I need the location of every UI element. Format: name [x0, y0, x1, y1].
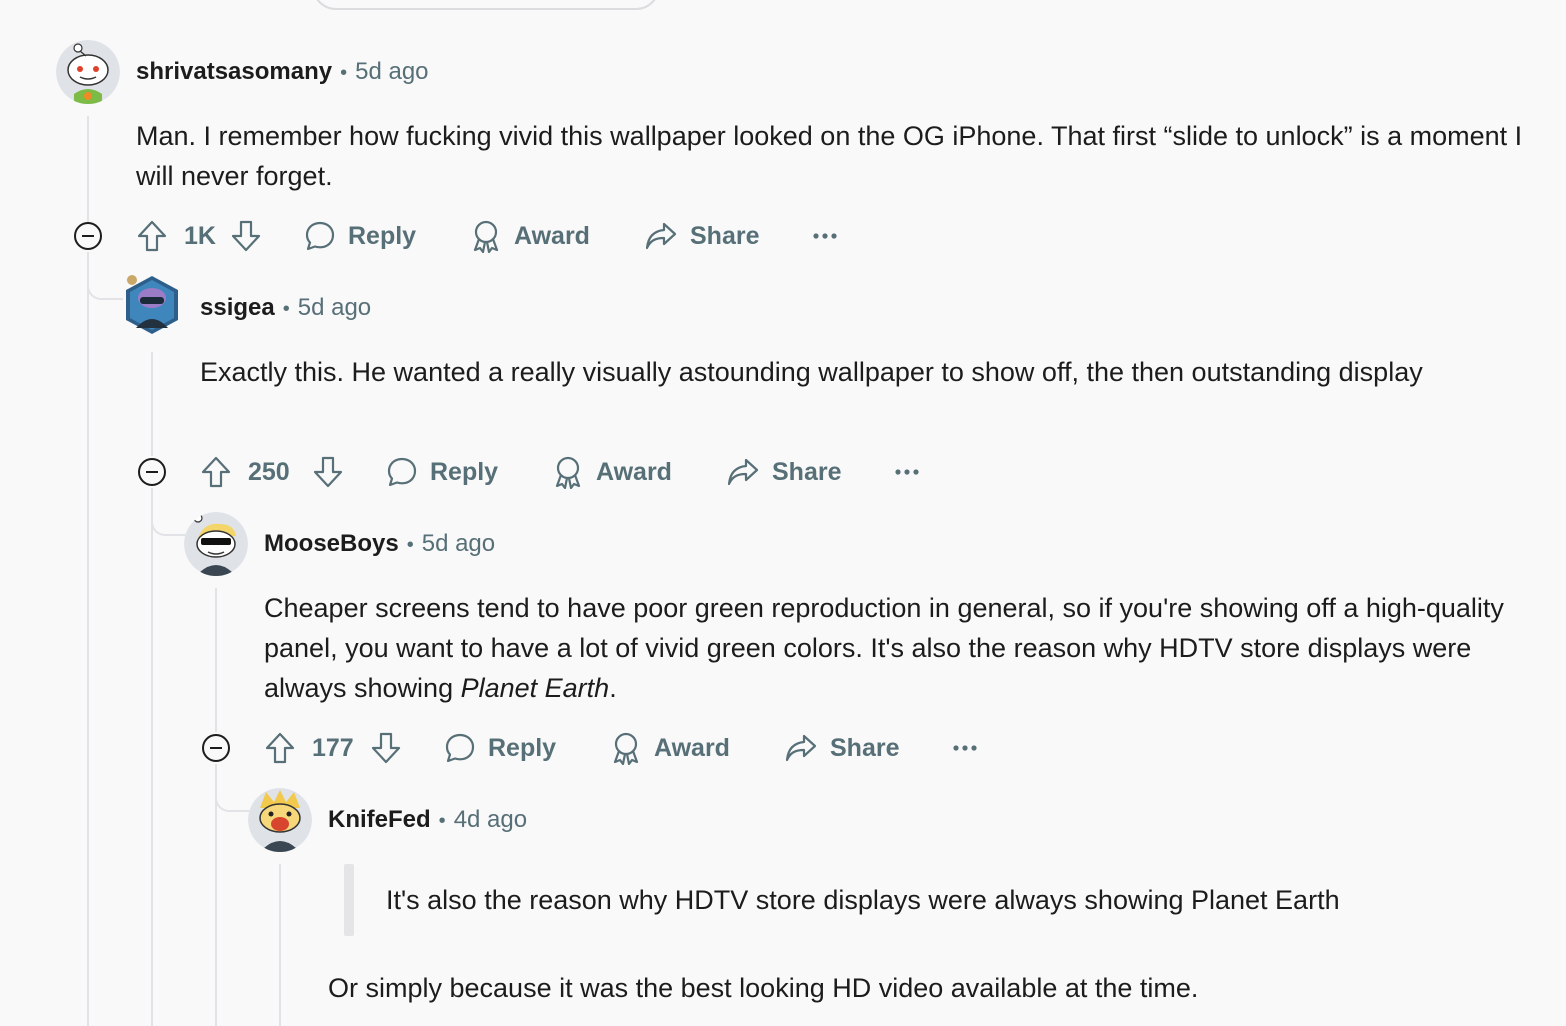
- comment-actions: 1K Reply Award Share: [136, 216, 876, 256]
- comment-meta: ssigea • 5d ago: [200, 293, 371, 324]
- comment-body: Cheaper screens tend to have poor green …: [264, 588, 1504, 708]
- award-icon: [555, 456, 581, 489]
- share-button[interactable]: Share: [784, 728, 899, 768]
- more-options-button[interactable]: [952, 728, 978, 768]
- thread-line-4[interactable]: [279, 864, 281, 1026]
- username-link[interactable]: MooseBoys: [264, 530, 399, 557]
- collapse-icon[interactable]: [138, 458, 166, 486]
- thread-line-2[interactable]: [151, 352, 153, 456]
- share-label: Share: [772, 457, 842, 486]
- reply-button[interactable]: Reply: [304, 216, 416, 256]
- comment-body-end: .: [609, 673, 617, 703]
- avatar[interactable]: [120, 270, 184, 340]
- share-button[interactable]: Share: [726, 452, 841, 492]
- award-label: Award: [514, 221, 590, 250]
- award-button[interactable]: Award: [610, 728, 730, 768]
- username-link[interactable]: ssigea: [200, 294, 275, 321]
- reply-icon: [305, 221, 335, 251]
- avatar[interactable]: [184, 512, 248, 576]
- reply-button[interactable]: Reply: [444, 728, 556, 768]
- italic-title: Planet Earth: [460, 673, 610, 703]
- downvote-icon: [313, 456, 343, 488]
- reply-label: Reply: [348, 221, 417, 250]
- thread-elbow-2: [151, 488, 187, 536]
- share-icon: [785, 734, 817, 762]
- thread-line-1b[interactable]: [87, 252, 89, 1026]
- more-icon: [895, 469, 919, 475]
- share-icon: [645, 222, 677, 250]
- timestamp[interactable]: 5d ago: [355, 58, 428, 85]
- downvote-button[interactable]: [312, 452, 344, 492]
- separator-dot: •: [438, 810, 446, 832]
- thread-line-3[interactable]: [215, 588, 217, 732]
- upvote-button[interactable]: [200, 452, 232, 492]
- more-icon: [813, 233, 837, 239]
- downvote-button[interactable]: [370, 728, 402, 768]
- comment-meta: shrivatsasomany • 5d ago: [136, 57, 429, 88]
- comment-body-text: Cheaper screens tend to have poor green …: [264, 593, 1504, 703]
- vote-count: 177: [312, 733, 354, 762]
- award-button[interactable]: Award: [470, 216, 590, 256]
- sort-bar[interactable]: [312, 0, 660, 10]
- thread-line-2b[interactable]: [151, 488, 153, 1026]
- blockquote-bar: [344, 864, 354, 936]
- comment-body: Exactly this. He wanted a really visuall…: [200, 357, 1423, 387]
- vote-count: 250: [248, 457, 290, 486]
- award-icon: [473, 220, 499, 253]
- vote-count: 1K: [184, 221, 216, 250]
- timestamp[interactable]: 5d ago: [298, 294, 371, 321]
- reply-label: Reply: [488, 733, 557, 762]
- comment-body: Man. I remember how fucking vivid this w…: [136, 121, 1523, 191]
- award-label: Award: [654, 733, 730, 762]
- separator-dot: •: [282, 298, 290, 320]
- reply-icon: [445, 733, 475, 763]
- downvote-icon: [231, 220, 261, 252]
- share-label: Share: [830, 733, 900, 762]
- share-icon: [727, 458, 759, 486]
- thread-elbow-3: [215, 764, 251, 812]
- upvote-button[interactable]: [264, 728, 296, 768]
- reply-button[interactable]: Reply: [386, 452, 498, 492]
- thread-line-1[interactable]: [87, 116, 89, 222]
- award-button[interactable]: Award: [552, 452, 672, 492]
- more-icon: [953, 745, 977, 751]
- more-options-button[interactable]: [812, 216, 838, 256]
- avatar[interactable]: [248, 788, 312, 852]
- more-options-button[interactable]: [894, 452, 920, 492]
- upvote-button[interactable]: [136, 216, 168, 256]
- reply-label: Reply: [430, 457, 499, 486]
- separator-dot: •: [340, 62, 348, 84]
- blockquote-text: It's also the reason why HDTV store disp…: [386, 885, 1340, 915]
- username-link[interactable]: KnifeFed: [328, 806, 431, 833]
- upvote-icon: [265, 732, 295, 764]
- thread-elbow-1: [87, 252, 123, 300]
- downvote-icon: [371, 732, 401, 764]
- collapse-icon[interactable]: [74, 222, 102, 250]
- timestamp[interactable]: 5d ago: [422, 530, 495, 557]
- comment-body: Or simply because it was the best lookin…: [328, 973, 1199, 1003]
- downvote-button[interactable]: [230, 216, 262, 256]
- comment-meta: MooseBoys • 5d ago: [264, 529, 495, 560]
- award-label: Award: [596, 457, 672, 486]
- separator-dot: •: [406, 534, 414, 556]
- share-label: Share: [690, 221, 760, 250]
- avatar[interactable]: [56, 40, 120, 104]
- collapse-icon[interactable]: [202, 734, 230, 762]
- comment-meta: KnifeFed • 4d ago: [328, 805, 527, 836]
- upvote-icon: [201, 456, 231, 488]
- comment-actions: 177 Reply Award Share: [264, 728, 1004, 768]
- username-link[interactable]: shrivatsasomany: [136, 58, 332, 85]
- award-icon: [613, 732, 639, 765]
- comment-actions: 250 Reply Award Share: [200, 452, 940, 492]
- reply-icon: [387, 457, 417, 487]
- timestamp[interactable]: 4d ago: [454, 806, 527, 833]
- upvote-icon: [137, 220, 167, 252]
- share-button[interactable]: Share: [644, 216, 759, 256]
